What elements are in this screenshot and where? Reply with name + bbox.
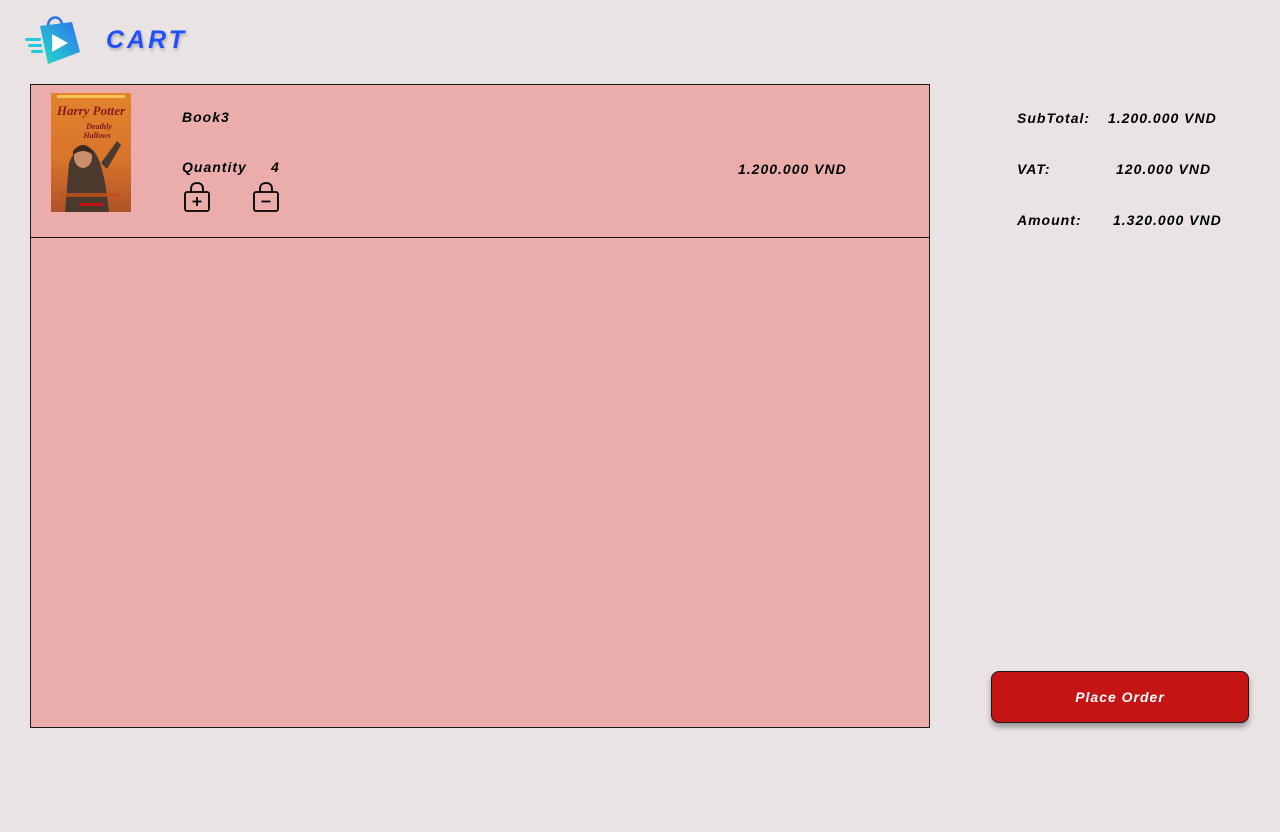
svg-text:Hallows: Hallows xyxy=(82,131,110,140)
quantity-value: 4 xyxy=(271,159,280,175)
app-logo xyxy=(22,12,84,68)
bag-plus-icon xyxy=(184,182,210,212)
vat-value: 120.000 VND xyxy=(1116,161,1212,177)
increase-quantity-button[interactable] xyxy=(182,181,212,213)
book-cover-image: Harry Potter Deathly Hallows xyxy=(51,93,131,212)
summary-amount: Amount: 1.320.000 VND xyxy=(1017,212,1257,232)
decrease-quantity-button[interactable] xyxy=(251,181,281,213)
cart-list: Harry Potter Deathly Hallows Book3 Quant… xyxy=(30,84,930,728)
summary-subtotal: SubTotal: 1.200.000 VND xyxy=(1017,110,1257,130)
vat-label: VAT: xyxy=(1017,161,1051,177)
bag-minus-icon xyxy=(253,182,279,212)
item-price: 1.200.000 VND xyxy=(738,161,847,177)
subtotal-label: SubTotal: xyxy=(1017,110,1091,126)
amount-label: Amount: xyxy=(1017,212,1082,228)
page-title: CART xyxy=(106,26,187,54)
cart-item: Harry Potter Deathly Hallows Book3 Quant… xyxy=(31,85,929,238)
amount-value: 1.320.000 VND xyxy=(1113,212,1222,228)
quantity-label: Quantity xyxy=(182,159,247,175)
svg-text:Deathly: Deathly xyxy=(85,122,112,131)
subtotal-value: 1.200.000 VND xyxy=(1108,110,1217,126)
book-cover-title: Harry Potter xyxy=(56,103,126,118)
place-order-button[interactable]: Place Order xyxy=(991,671,1249,723)
book-title: Book3 xyxy=(182,109,230,125)
summary-vat: VAT: 120.000 VND xyxy=(1017,161,1257,181)
